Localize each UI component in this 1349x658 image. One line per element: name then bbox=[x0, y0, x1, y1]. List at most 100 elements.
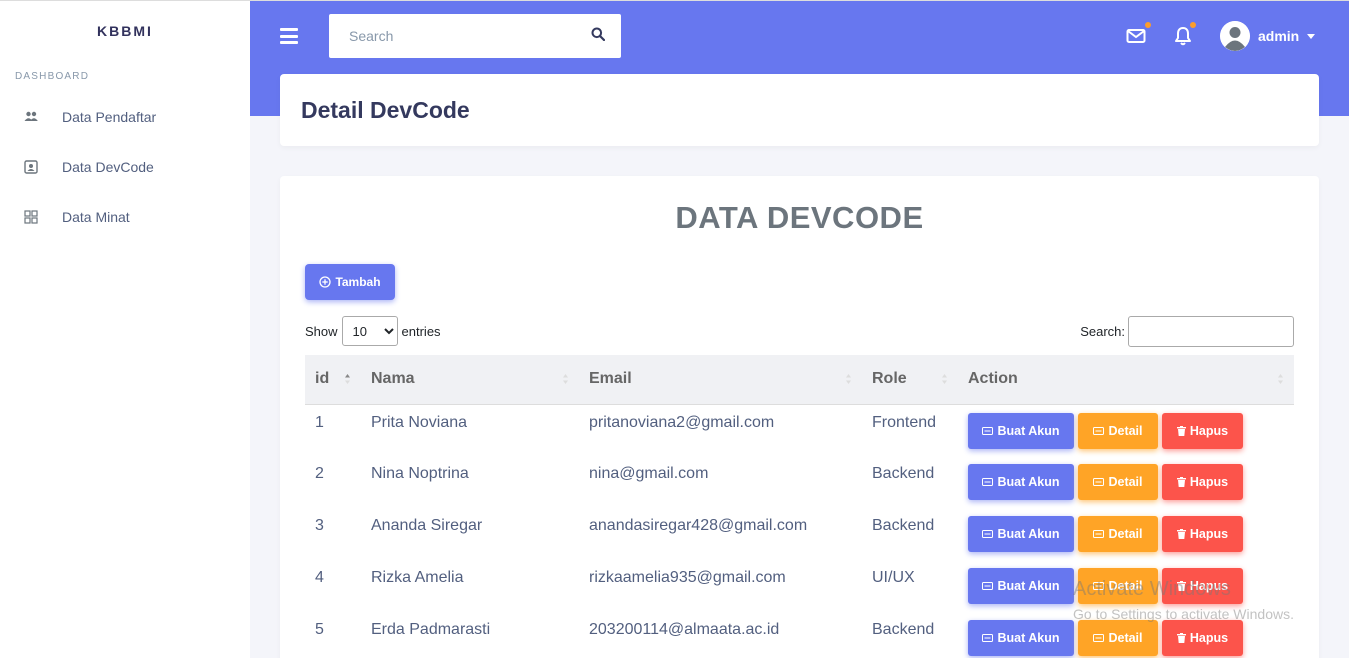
cell-role: Backend bbox=[872, 517, 935, 534]
delete-button[interactable]: Hapus bbox=[1162, 464, 1243, 500]
table-search-label: Search: bbox=[1080, 324, 1125, 339]
detail-button[interactable]: Detail bbox=[1078, 516, 1158, 552]
button-label: Detail bbox=[1108, 579, 1143, 593]
delete-button[interactable]: Hapus bbox=[1162, 516, 1243, 552]
avatar bbox=[1220, 21, 1250, 51]
page-header: Detail DevCode bbox=[280, 74, 1319, 146]
cell-nama: Ananda Siregar bbox=[371, 517, 483, 534]
cell-id: 1 bbox=[315, 413, 324, 431]
show-label: Show bbox=[305, 323, 338, 339]
cell-id: 4 bbox=[315, 569, 324, 586]
cell-actions: Buat Akun Detail Hapus bbox=[958, 456, 1294, 508]
sort-icon bbox=[846, 374, 851, 384]
button-label: Buat Akun bbox=[997, 423, 1060, 438]
sidebar-item-label: Data Pendaftar bbox=[62, 109, 157, 125]
data-table: id Nama Email Role Action 1 Prita Novian… bbox=[305, 355, 1294, 658]
column-header-nama[interactable]: Nama bbox=[361, 355, 579, 405]
sort-icon bbox=[563, 374, 568, 384]
button-label: Hapus bbox=[1189, 475, 1229, 489]
detail-button[interactable]: Detail bbox=[1078, 620, 1158, 656]
column-header-id[interactable]: id bbox=[305, 355, 361, 405]
add-button[interactable]: Tambah bbox=[305, 264, 395, 300]
create-account-button[interactable]: Buat Akun bbox=[968, 412, 1074, 449]
entries-label: entries bbox=[401, 323, 441, 339]
bell-icon[interactable] bbox=[1173, 22, 1196, 46]
cell-nama: Rizka Amelia bbox=[371, 569, 464, 586]
column-header-role[interactable]: Role bbox=[862, 355, 958, 405]
table-row: 1 Prita Noviana pritanoviana2@gmail.com Fro… bbox=[305, 404, 1294, 456]
column-header-email[interactable]: Email bbox=[579, 355, 862, 405]
sidebar: KBBMI DASHBOARD Data Pendaftar Data DevC… bbox=[0, 0, 250, 658]
button-label: Detail bbox=[1108, 527, 1143, 541]
ticket-icon bbox=[982, 530, 994, 538]
user-name: admin bbox=[1258, 28, 1300, 44]
cell-role: Backend bbox=[872, 465, 935, 482]
page-title: Detail DevCode bbox=[301, 96, 470, 123]
add-button-label: Tambah bbox=[335, 275, 381, 289]
create-account-button[interactable]: Buat Akun bbox=[968, 464, 1074, 500]
ticket-icon bbox=[982, 634, 994, 642]
sidebar-item-data-pendaftar[interactable]: Data Pendaftar bbox=[0, 92, 250, 142]
user-menu[interactable]: admin bbox=[1220, 21, 1316, 51]
table-search-input[interactable] bbox=[1128, 316, 1294, 347]
sort-icon bbox=[345, 374, 350, 384]
delete-button[interactable]: Hapus bbox=[1162, 568, 1243, 604]
sidebar-item-label: Data DevCode bbox=[62, 159, 154, 175]
brand-logo[interactable]: KBBMI bbox=[0, 1, 250, 61]
button-label: Buat Akun bbox=[997, 527, 1060, 541]
ticket-icon bbox=[1093, 582, 1105, 590]
envelope-icon[interactable] bbox=[1126, 22, 1151, 46]
cell-email: 203200114@almaata.ac.id bbox=[589, 621, 780, 638]
cell-actions: Buat Akun Detail Hapus bbox=[958, 612, 1294, 658]
button-label: Buat Akun bbox=[997, 579, 1060, 593]
table-search: Search: bbox=[1080, 316, 1294, 347]
trash-icon bbox=[1176, 633, 1186, 643]
button-label: Hapus bbox=[1189, 527, 1229, 541]
button-label: Buat Akun bbox=[997, 631, 1060, 645]
column-header-action[interactable]: Action bbox=[958, 355, 1294, 405]
id-card-icon bbox=[24, 160, 38, 174]
detail-button[interactable]: Detail bbox=[1078, 568, 1158, 604]
cell-email: nina@gmail.com bbox=[589, 465, 709, 482]
cell-email: pritanoviana2@gmail.com bbox=[589, 413, 775, 431]
trash-icon bbox=[1176, 581, 1186, 591]
entries-length-control: Show 10 entries bbox=[305, 316, 441, 346]
delete-button[interactable]: Hapus bbox=[1162, 412, 1243, 449]
notification-dot bbox=[1145, 22, 1151, 28]
cell-actions: Buat Akun Detail Hapus bbox=[958, 560, 1294, 612]
cell-actions: Buat Akun Detail Hapus bbox=[958, 508, 1294, 560]
sidebar-item-data-devcode[interactable]: Data DevCode bbox=[0, 142, 250, 192]
detail-button[interactable]: Detail bbox=[1078, 464, 1158, 500]
ticket-icon bbox=[1093, 478, 1105, 486]
search-input[interactable] bbox=[349, 28, 579, 44]
users-icon bbox=[24, 110, 38, 124]
detail-button[interactable]: Detail bbox=[1078, 412, 1158, 449]
ticket-icon bbox=[1093, 530, 1105, 538]
cell-role: Backend bbox=[872, 621, 935, 638]
menu-toggle-icon[interactable] bbox=[280, 28, 298, 44]
sidebar-item-data-minat[interactable]: Data Minat bbox=[0, 192, 250, 242]
cell-role: UI/UX bbox=[872, 569, 915, 586]
button-label: Hapus bbox=[1189, 579, 1229, 593]
ticket-icon bbox=[1093, 426, 1105, 435]
entries-select[interactable]: 10 bbox=[341, 316, 398, 346]
ticket-icon bbox=[982, 582, 994, 590]
button-label: Buat Akun bbox=[997, 475, 1060, 489]
button-label: Detail bbox=[1108, 631, 1143, 645]
trash-icon bbox=[1176, 477, 1186, 487]
delete-button[interactable]: Hapus bbox=[1162, 620, 1243, 656]
create-account-button[interactable]: Buat Akun bbox=[968, 620, 1074, 656]
sort-icon bbox=[942, 374, 947, 384]
sidebar-item-label: Data Minat bbox=[62, 209, 130, 225]
topbar-search bbox=[329, 14, 621, 58]
create-account-button[interactable]: Buat Akun bbox=[968, 516, 1074, 552]
table-row: 2 Nina Noptrina nina@gmail.com Backend Buat … bbox=[305, 456, 1294, 508]
button-label: Detail bbox=[1108, 423, 1143, 438]
cell-nama: Prita Noviana bbox=[371, 413, 468, 431]
plus-circle-icon bbox=[319, 276, 332, 288]
search-icon[interactable] bbox=[591, 27, 607, 43]
sort-icon bbox=[1278, 374, 1283, 384]
table-row: 4 Rizka Amelia rizkaamelia935@gmail.com UI/… bbox=[305, 560, 1294, 612]
cell-role: Frontend bbox=[872, 413, 937, 431]
create-account-button[interactable]: Buat Akun bbox=[968, 568, 1074, 604]
